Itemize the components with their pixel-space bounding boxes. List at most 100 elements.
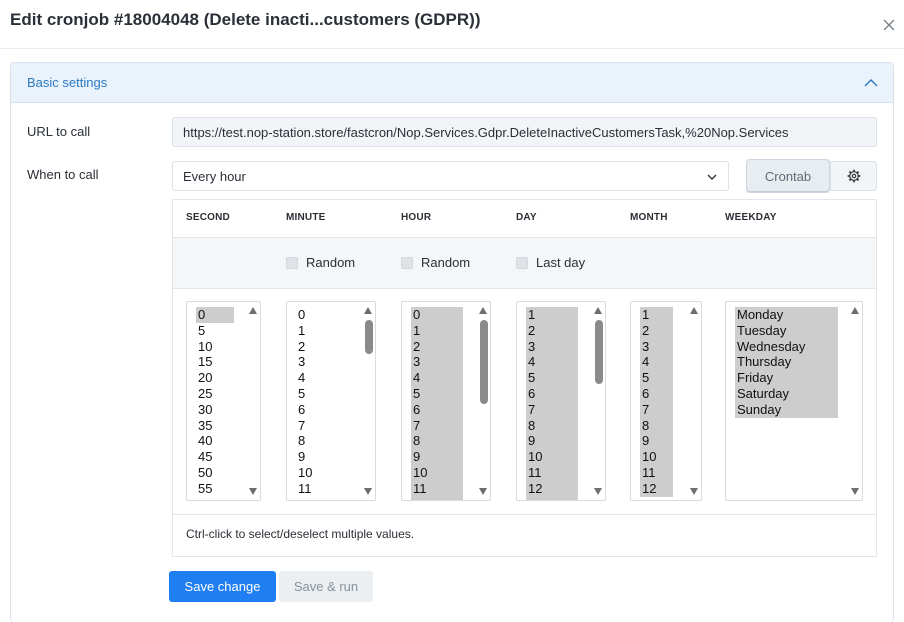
checkbox-box[interactable] bbox=[516, 256, 528, 269]
random-minute-checkbox[interactable]: Random bbox=[286, 255, 355, 270]
second-list-scrollbar[interactable] bbox=[246, 302, 260, 500]
list-option[interactable]: 6 bbox=[526, 385, 578, 402]
weekday-list-scrollbar[interactable] bbox=[848, 302, 862, 500]
list-option[interactable]: Wednesday bbox=[735, 338, 838, 355]
list-option[interactable]: 12 bbox=[296, 497, 356, 500]
settings-button[interactable] bbox=[830, 161, 877, 191]
list-option[interactable]: 3 bbox=[526, 338, 578, 355]
list-option[interactable]: 35 bbox=[196, 418, 234, 434]
list-option[interactable]: 10 bbox=[526, 449, 578, 465]
list-option[interactable]: 5 bbox=[526, 370, 578, 386]
list-option[interactable]: 6 bbox=[411, 401, 463, 418]
list-option[interactable]: 25 bbox=[196, 386, 234, 402]
checkbox-box[interactable] bbox=[401, 256, 413, 269]
hour-list-scrollbar[interactable] bbox=[476, 302, 490, 500]
list-option[interactable]: 7 bbox=[411, 417, 463, 434]
last-day-checkbox[interactable]: Last day bbox=[516, 255, 585, 270]
minute-options[interactable]: 0123456789101112 bbox=[296, 307, 356, 500]
list-option[interactable]: 10 bbox=[640, 449, 673, 465]
list-option[interactable]: 3 bbox=[411, 354, 463, 371]
list-option[interactable]: 50 bbox=[196, 465, 234, 481]
list-option[interactable]: 11 bbox=[296, 481, 356, 497]
list-option[interactable]: 5 bbox=[640, 370, 673, 386]
list-option[interactable]: 10 bbox=[296, 465, 356, 481]
list-option[interactable]: 55 bbox=[196, 481, 234, 497]
month-options[interactable]: 1 2 3 4 5 6 7 8 9 10 11 12 bbox=[640, 307, 673, 497]
basic-settings-header[interactable]: Basic settings bbox=[11, 63, 893, 103]
list-option[interactable]: 1 bbox=[526, 307, 578, 323]
list-option[interactable]: 5 bbox=[411, 385, 463, 402]
chevron-up-icon[interactable] bbox=[863, 76, 879, 90]
save-and-run-button[interactable]: Save & run bbox=[279, 571, 373, 602]
list-option[interactable]: 2 bbox=[640, 322, 673, 339]
list-option[interactable]: 5 bbox=[296, 386, 356, 402]
minute-list-scrollbar[interactable] bbox=[361, 302, 375, 500]
day-list-scrollbar[interactable] bbox=[591, 302, 605, 500]
list-option[interactable]: 3 bbox=[640, 338, 673, 355]
list-option[interactable]: 9 bbox=[296, 449, 356, 465]
list-option[interactable]: 9 bbox=[411, 449, 463, 465]
list-option[interactable]: 2 bbox=[296, 339, 356, 355]
when-select[interactable]: Every hour bbox=[172, 161, 729, 191]
list-option[interactable]: 0 bbox=[296, 307, 356, 323]
hour-list[interactable]: 0123456789101112 bbox=[401, 301, 491, 501]
list-option[interactable]: 10 bbox=[196, 339, 234, 355]
list-option[interactable]: 1 bbox=[411, 322, 463, 339]
list-option[interactable]: 4 bbox=[411, 370, 463, 386]
list-option[interactable]: 45 bbox=[196, 449, 234, 465]
list-option[interactable]: 8 bbox=[296, 433, 356, 449]
list-option[interactable]: 12 bbox=[640, 480, 673, 497]
close-button[interactable] bbox=[878, 14, 900, 36]
list-option[interactable]: 30 bbox=[196, 402, 234, 418]
list-option[interactable]: 12 bbox=[526, 480, 578, 497]
list-option[interactable]: Sunday bbox=[735, 401, 838, 418]
weekday-list[interactable]: Monday Tuesday Wednesday Thursday Friday Satu… bbox=[725, 301, 863, 501]
list-option[interactable]: 4 bbox=[526, 354, 578, 371]
list-option[interactable]: 0 bbox=[411, 307, 463, 323]
list-option[interactable]: 9 bbox=[640, 433, 673, 450]
list-option[interactable]: 20 bbox=[196, 370, 234, 386]
list-option[interactable]: 12 bbox=[411, 496, 463, 500]
list-option[interactable]: 8 bbox=[411, 433, 463, 450]
hour-options[interactable]: 0123456789101112 bbox=[411, 307, 463, 500]
list-option[interactable]: 0 bbox=[196, 307, 234, 323]
checkbox-box[interactable] bbox=[286, 256, 298, 269]
list-option[interactable]: 8 bbox=[526, 417, 578, 434]
random-hour-checkbox[interactable]: Random bbox=[401, 255, 470, 270]
list-option[interactable]: Friday bbox=[735, 370, 838, 386]
save-change-button[interactable]: Save change bbox=[169, 571, 276, 602]
second-options[interactable]: 0 5 10 15 20 25 30 35 40 45 50 55 bbox=[196, 307, 234, 497]
list-option[interactable]: Saturday bbox=[735, 385, 838, 402]
list-option[interactable]: 9 bbox=[526, 433, 578, 450]
month-list-scrollbar[interactable] bbox=[687, 302, 701, 500]
list-option[interactable]: Tuesday bbox=[735, 322, 838, 339]
list-option[interactable]: 4 bbox=[296, 370, 356, 386]
list-option[interactable]: 7 bbox=[526, 401, 578, 418]
list-option[interactable]: 7 bbox=[640, 401, 673, 418]
day-options[interactable]: 12345678910111213 bbox=[526, 307, 578, 500]
list-option[interactable]: 2 bbox=[526, 322, 578, 339]
list-option[interactable]: 5 bbox=[196, 323, 234, 339]
list-option[interactable]: 15 bbox=[196, 354, 234, 370]
list-option[interactable]: 11 bbox=[640, 464, 673, 481]
day-list[interactable]: 12345678910111213 bbox=[516, 301, 606, 501]
list-option[interactable]: 11 bbox=[411, 480, 463, 497]
list-option[interactable]: 6 bbox=[640, 385, 673, 402]
list-option[interactable]: 2 bbox=[411, 338, 463, 355]
list-option[interactable]: 13 bbox=[526, 496, 578, 500]
minute-list[interactable]: 0123456789101112 bbox=[286, 301, 376, 501]
list-option[interactable]: 1 bbox=[640, 307, 673, 323]
list-option[interactable]: 40 bbox=[196, 433, 234, 449]
list-option[interactable]: 3 bbox=[296, 354, 356, 370]
crontab-button[interactable]: Crontab bbox=[746, 159, 830, 193]
list-option[interactable]: 4 bbox=[640, 354, 673, 371]
weekday-options[interactable]: Monday Tuesday Wednesday Thursday Friday Satu… bbox=[735, 307, 838, 418]
list-option[interactable]: 10 bbox=[411, 464, 463, 481]
list-option[interactable]: 7 bbox=[296, 418, 356, 434]
month-list[interactable]: 1 2 3 4 5 6 7 8 9 10 11 12 bbox=[630, 301, 702, 501]
list-option[interactable]: 11 bbox=[526, 464, 578, 481]
list-option[interactable]: 6 bbox=[296, 402, 356, 418]
list-option[interactable]: Monday bbox=[735, 307, 838, 323]
second-list[interactable]: 0 5 10 15 20 25 30 35 40 45 50 55 bbox=[186, 301, 261, 501]
url-input[interactable] bbox=[172, 117, 877, 147]
